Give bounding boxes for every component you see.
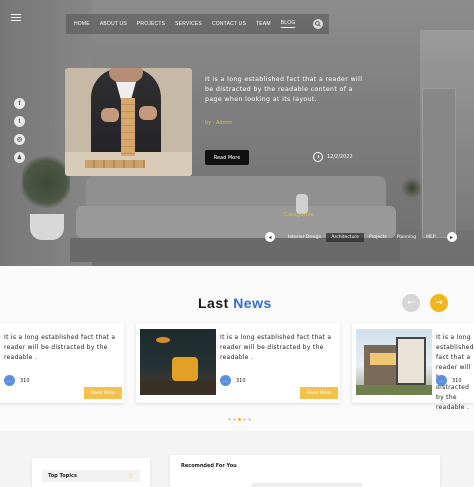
comment-icon: …	[220, 375, 231, 386]
facebook-icon[interactable]: f	[14, 98, 25, 109]
nav-contact-us[interactable]: CONTACT US	[212, 21, 246, 27]
category-architecture[interactable]: Architecture	[326, 232, 364, 242]
category-planning[interactable]: Planning	[392, 233, 421, 242]
news-card-comments: … 310	[436, 375, 462, 386]
news-card[interactable]: It is a long established fact that a rea…	[0, 323, 124, 403]
recommended-card: Recomnded For You	[170, 455, 440, 487]
comment-icon: …	[436, 375, 447, 386]
featured-description: It is a long established fact that a rea…	[205, 76, 363, 103]
featured-image	[65, 68, 192, 176]
recommended-title: Recomnded For You	[181, 463, 237, 469]
news-card-text: It is a long established fact that a rea…	[436, 334, 474, 411]
news-card-text: It is a long established fact that a rea…	[220, 334, 332, 361]
top-navigation: HOME ABOUT US PROJECTS SERVICES CONTACT …	[66, 14, 329, 34]
news-title-accent: News	[233, 295, 272, 311]
news-card-text: It is a long established fact that a rea…	[4, 334, 116, 361]
snapchat-icon[interactable]: ♟	[14, 152, 25, 163]
hero-door	[422, 88, 456, 238]
last-news-title: Last News	[198, 295, 272, 311]
carousel-dot[interactable]	[248, 418, 251, 421]
nav-blog[interactable]: BLOG	[280, 20, 296, 28]
nav-projects[interactable]: PROJECTS	[137, 21, 165, 27]
hero-pot	[30, 214, 64, 240]
carousel-dot[interactable]	[243, 418, 246, 421]
news-card-count: 310	[20, 377, 30, 384]
clock-icon	[313, 152, 323, 162]
hero-vase	[296, 194, 308, 214]
recommended-placeholder	[252, 483, 362, 487]
news-card-count: 310	[452, 377, 462, 384]
nav-team[interactable]: TEAM	[256, 21, 271, 27]
nav-about-us[interactable]: ABOUT US	[100, 21, 127, 27]
news-card-image	[356, 329, 432, 395]
hero-plant	[22, 152, 70, 212]
featured-byline: by : Admin	[205, 120, 232, 126]
categories-next-arrow-icon[interactable]: ▸	[446, 232, 457, 242]
category-interior-design[interactable]: Interior Design	[283, 233, 326, 242]
carousel-dot[interactable]	[228, 418, 231, 421]
featured-date: 12/2/2022	[313, 152, 353, 162]
news-card-comments: … 310	[4, 375, 30, 386]
carousel-dot-active[interactable]	[238, 418, 241, 421]
news-card-comments: … 310	[220, 375, 246, 386]
star-icon: ☆	[127, 472, 134, 480]
featured-date-text: 12/2/2022	[327, 154, 353, 160]
categories-title: Categories	[284, 212, 314, 218]
top-topics-header: Top Topics ☆	[42, 470, 140, 482]
featured-read-more-button[interactable]: Read More	[205, 150, 249, 165]
hero-small-plant	[400, 178, 424, 198]
hamburger-menu-icon[interactable]	[11, 14, 21, 22]
comment-icon: …	[4, 375, 15, 386]
instagram-icon[interactable]: ◎	[14, 134, 25, 145]
nav-services[interactable]: SERVICES	[175, 21, 202, 27]
top-topics-card: Top Topics ☆	[32, 458, 150, 487]
news-prev-arrow-icon[interactable]: ←	[402, 294, 420, 312]
news-next-arrow-icon[interactable]: →	[430, 294, 448, 312]
news-card[interactable]: It is a long established fact that a rea…	[136, 323, 340, 403]
categories-bar: ◂ Interior Design Architecture Projects …	[265, 231, 461, 243]
news-card-read-more-button[interactable]: Read More	[84, 387, 122, 399]
category-projects[interactable]: Projects	[364, 233, 392, 242]
categories-prev-arrow-icon[interactable]: ◂	[265, 232, 275, 242]
news-title-main: Last	[198, 295, 229, 311]
category-mep[interactable]: MEP	[421, 233, 440, 242]
twitter-icon[interactable]: t	[14, 116, 25, 127]
news-card-image	[140, 329, 216, 395]
carousel-dot[interactable]	[233, 418, 236, 421]
news-card-count: 310	[236, 377, 246, 384]
news-card[interactable]: It is a long established fact that a rea…	[352, 323, 474, 411]
news-carousel-dots	[228, 418, 251, 421]
top-topics-title: Top Topics	[48, 473, 77, 479]
news-card-read-more-button[interactable]: Read More	[300, 387, 338, 399]
nav-home[interactable]: HOME	[74, 21, 90, 27]
search-icon[interactable]	[313, 19, 323, 29]
